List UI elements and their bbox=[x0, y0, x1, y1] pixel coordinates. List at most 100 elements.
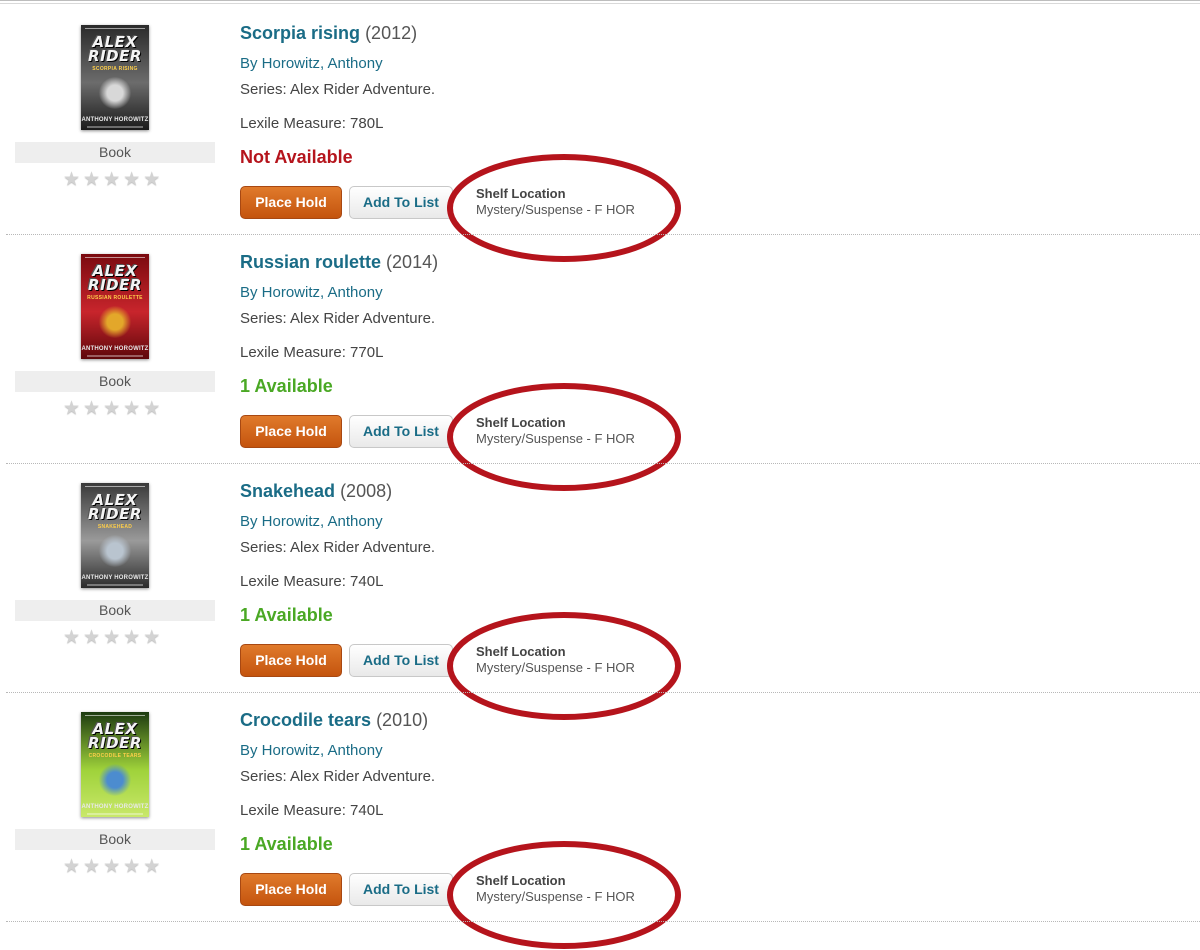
star-icon[interactable]: ★ bbox=[143, 628, 160, 647]
title-line: Scorpia rising (2012) bbox=[240, 23, 417, 44]
cover-emblem-icon bbox=[99, 77, 131, 109]
result-divider bbox=[6, 921, 1200, 922]
star-icon[interactable]: ★ bbox=[83, 170, 100, 189]
star-icon[interactable]: ★ bbox=[143, 857, 160, 876]
shelf-location-label: Shelf Location bbox=[476, 415, 566, 430]
place-hold-button[interactable]: Place Hold bbox=[240, 873, 342, 906]
title-line: Crocodile tears (2010) bbox=[240, 710, 428, 731]
shelf-location: Shelf Location Mystery/Suspense - F HOR bbox=[476, 186, 635, 218]
star-icon[interactable]: ★ bbox=[103, 170, 120, 189]
add-to-list-button[interactable]: Add To List bbox=[349, 644, 453, 677]
title-line: Russian roulette (2014) bbox=[240, 252, 438, 273]
star-icon[interactable]: ★ bbox=[143, 170, 160, 189]
book-title-link[interactable]: Russian roulette bbox=[240, 252, 381, 272]
book-cover-image[interactable]: ALEX RIDER CROCODILE TEARS ANTHONY HOROW… bbox=[81, 712, 149, 817]
author-link[interactable]: By Horowitz, Anthony bbox=[240, 284, 383, 301]
place-hold-button[interactable]: Place Hold bbox=[240, 186, 342, 219]
format-label: Book bbox=[15, 371, 215, 392]
cover-title-line2: RIDER bbox=[88, 734, 142, 752]
publication-year: (2014) bbox=[386, 252, 439, 272]
cover-tagline bbox=[85, 715, 145, 719]
availability-status: 1 Available bbox=[240, 376, 333, 396]
author-link[interactable]: By Horowitz, Anthony bbox=[240, 513, 383, 530]
shelf-location-value: Mystery/Suspense - F HOR bbox=[476, 202, 635, 217]
star-icon[interactable]: ★ bbox=[123, 857, 140, 876]
series-info: Series: Alex Rider Adventure. bbox=[240, 768, 436, 785]
author-link[interactable]: By Horowitz, Anthony bbox=[240, 742, 383, 759]
star-icon[interactable]: ★ bbox=[123, 399, 140, 418]
add-to-list-button[interactable]: Add To List bbox=[349, 186, 453, 219]
star-rating[interactable]: ★ ★ ★ ★ ★ bbox=[63, 399, 160, 418]
cover-footer-line bbox=[87, 584, 143, 586]
place-hold-button[interactable]: Place Hold bbox=[240, 415, 342, 448]
cover-subtitle: CROCODILE TEARS bbox=[88, 753, 142, 759]
star-rating[interactable]: ★ ★ ★ ★ ★ bbox=[63, 170, 160, 189]
shelf-location-value: Mystery/Suspense - F HOR bbox=[476, 889, 635, 904]
star-icon[interactable]: ★ bbox=[63, 628, 80, 647]
book-cover-image[interactable]: ALEX RIDER SCORPIA RISING ANTHONY HOROWI… bbox=[81, 25, 149, 130]
publication-year: (2012) bbox=[365, 23, 418, 43]
author-link[interactable]: By Horowitz, Anthony bbox=[240, 55, 383, 72]
publication-year: (2010) bbox=[376, 710, 429, 730]
star-icon[interactable]: ★ bbox=[123, 170, 140, 189]
cover-tagline bbox=[85, 28, 145, 32]
search-results-list: ALEX RIDER SCORPIA RISING ANTHONY HOROWI… bbox=[0, 6, 1200, 949]
star-icon[interactable]: ★ bbox=[103, 857, 120, 876]
cover-author: ANTHONY HOROWITZ bbox=[81, 346, 149, 352]
cover-footer-line bbox=[87, 126, 143, 128]
add-to-list-button[interactable]: Add To List bbox=[349, 873, 453, 906]
format-label: Book bbox=[15, 829, 215, 850]
star-icon[interactable]: ★ bbox=[83, 857, 100, 876]
cover-footer-line bbox=[87, 355, 143, 357]
cover-title-line2: RIDER bbox=[88, 47, 142, 65]
star-rating[interactable]: ★ ★ ★ ★ ★ bbox=[63, 857, 160, 876]
star-icon[interactable]: ★ bbox=[143, 399, 160, 418]
cover-subtitle: SCORPIA RISING bbox=[92, 66, 138, 72]
cover-tagline bbox=[85, 486, 145, 490]
book-cover-image[interactable]: ALEX RIDER SNAKEHEAD ANTHONY HOROWITZ bbox=[81, 483, 149, 588]
place-hold-button[interactable]: Place Hold bbox=[240, 644, 342, 677]
star-icon[interactable]: ★ bbox=[103, 628, 120, 647]
format-label: Book bbox=[15, 600, 215, 621]
star-icon[interactable]: ★ bbox=[83, 628, 100, 647]
star-rating[interactable]: ★ ★ ★ ★ ★ bbox=[63, 628, 160, 647]
cover-tagline bbox=[85, 257, 145, 261]
star-icon[interactable]: ★ bbox=[83, 399, 100, 418]
cover-author: ANTHONY HOROWITZ bbox=[81, 575, 149, 581]
cover-subtitle: RUSSIAN ROULETTE bbox=[87, 295, 143, 301]
add-to-list-button[interactable]: Add To List bbox=[349, 415, 453, 448]
series-info: Series: Alex Rider Adventure. bbox=[240, 81, 436, 98]
cover-author: ANTHONY HOROWITZ bbox=[81, 804, 149, 810]
book-cover-image[interactable]: ALEX RIDER RUSSIAN ROULETTE ANTHONY HORO… bbox=[81, 254, 149, 359]
book-title-link[interactable]: Scorpia rising bbox=[240, 23, 360, 43]
shelf-location-label: Shelf Location bbox=[476, 644, 566, 659]
series-info: Series: Alex Rider Adventure. bbox=[240, 310, 436, 327]
lexile-measure: Lexile Measure: 740L bbox=[240, 802, 384, 819]
top-divider bbox=[0, 0, 1200, 4]
book-title-link[interactable]: Snakehead bbox=[240, 481, 335, 501]
cover-emblem-icon bbox=[99, 306, 131, 338]
star-icon[interactable]: ★ bbox=[63, 399, 80, 418]
star-icon[interactable]: ★ bbox=[103, 399, 120, 418]
cover-footer-line bbox=[87, 813, 143, 815]
search-result-item: ALEX RIDER SCORPIA RISING ANTHONY HOROWI… bbox=[0, 6, 1200, 262]
availability-status: Not Available bbox=[240, 147, 353, 167]
cover-title-line2: RIDER bbox=[88, 505, 142, 523]
shelf-location: Shelf Location Mystery/Suspense - F HOR bbox=[476, 873, 635, 905]
cover-title-line2: RIDER bbox=[88, 276, 142, 294]
star-icon[interactable]: ★ bbox=[123, 628, 140, 647]
lexile-measure: Lexile Measure: 740L bbox=[240, 573, 384, 590]
cover-subtitle: SNAKEHEAD bbox=[97, 524, 133, 530]
shelf-location: Shelf Location Mystery/Suspense - F HOR bbox=[476, 415, 635, 447]
series-info: Series: Alex Rider Adventure. bbox=[240, 539, 436, 556]
cover-author: ANTHONY HOROWITZ bbox=[81, 117, 149, 123]
shelf-location-label: Shelf Location bbox=[476, 873, 566, 888]
star-icon[interactable]: ★ bbox=[63, 857, 80, 876]
publication-year: (2008) bbox=[340, 481, 393, 501]
book-title-link[interactable]: Crocodile tears bbox=[240, 710, 371, 730]
search-result-item: ALEX RIDER RUSSIAN ROULETTE ANTHONY HORO… bbox=[0, 235, 1200, 491]
shelf-location-value: Mystery/Suspense - F HOR bbox=[476, 660, 635, 675]
format-label: Book bbox=[15, 142, 215, 163]
star-icon[interactable]: ★ bbox=[63, 170, 80, 189]
cover-emblem-icon bbox=[99, 764, 131, 796]
